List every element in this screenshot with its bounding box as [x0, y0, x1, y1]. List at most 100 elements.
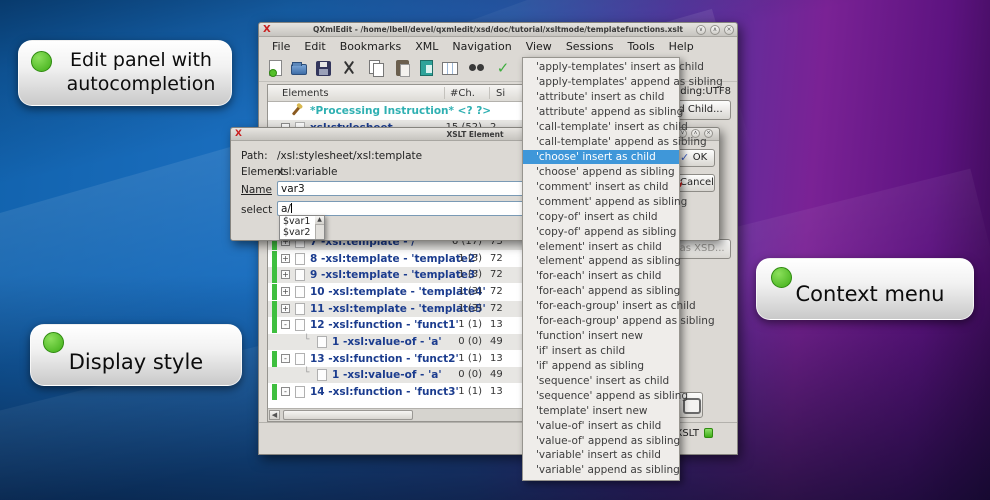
xslt-context-menu: 'apply-templates' insert as child 'apply… [522, 57, 680, 481]
menu-item[interactable]: 'sequence' append as sibling [523, 388, 679, 403]
row-child-count: 1 (3) [440, 269, 482, 280]
callout-text: Context menu [767, 281, 973, 307]
menu-item[interactable]: 'for-each-group' append as sibling [523, 314, 679, 329]
save-file-icon[interactable] [316, 61, 331, 76]
callout-display-style: Display style [30, 324, 242, 386]
element-page-icon [295, 253, 305, 265]
menu-tools[interactable]: Tools [621, 40, 662, 53]
name-label: Name [241, 184, 272, 196]
callout-text-line2: autocompletion [59, 73, 223, 97]
callout-edit-panel: Edit panel with autocompletion [18, 40, 232, 106]
expand-toggle-icon[interactable]: + [281, 304, 290, 313]
column-separator [444, 87, 445, 99]
maximize-icon[interactable]: ∧ [710, 25, 720, 35]
row-size: 49 [490, 336, 514, 347]
callout-context-menu: Context menu [756, 258, 974, 320]
menu-item[interactable]: 'function' insert new [523, 329, 679, 344]
menu-item[interactable]: 'for-each' append as sibling [523, 284, 679, 299]
menu-item[interactable]: 'template' insert new [523, 403, 679, 418]
scroll-left-icon[interactable]: ◀ [269, 410, 280, 420]
row-size: 13 [490, 319, 514, 330]
menu-item[interactable]: 'element' append as sibling [523, 254, 679, 269]
new-file-icon[interactable] [269, 60, 282, 76]
menu-item[interactable]: 'choose' append as sibling [523, 164, 679, 179]
menu-item[interactable]: 'for-each-group' insert as child [523, 299, 679, 314]
text-cursor [291, 203, 292, 213]
expand-toggle-icon[interactable]: - [281, 387, 290, 396]
column-size[interactable]: Si [496, 88, 505, 99]
window-title: QXmlEdit - /home/lbell/devel/qxmledit/xs… [259, 25, 737, 34]
menu-item[interactable]: 'attribute' append as sibling [523, 105, 679, 120]
menu-item[interactable]: 'call-template' insert as child [523, 120, 679, 135]
menu-item-highlighted[interactable]: 'choose' insert as child [523, 150, 679, 165]
callout-text-line1: Edit panel with [59, 49, 223, 73]
row-child-count: 1 (3) [440, 253, 482, 264]
menu-item[interactable]: 'variable' insert as child [523, 448, 679, 463]
row-child-count: 1 (1) [440, 353, 482, 364]
menu-xml[interactable]: XML [408, 40, 445, 53]
validate-check-icon[interactable]: ✓ [494, 59, 512, 77]
expand-toggle-icon[interactable]: - [281, 320, 290, 329]
ok-button[interactable]: OK [675, 149, 715, 167]
element-page-icon [295, 303, 305, 315]
row-size: 13 [490, 353, 514, 364]
path-label: Path: [241, 150, 268, 162]
menu-navigation[interactable]: Navigation [445, 40, 518, 53]
expand-toggle-icon[interactable]: - [281, 354, 290, 363]
menu-item[interactable]: 'attribute' insert as child [523, 90, 679, 105]
find-in-file-icon[interactable] [420, 60, 433, 76]
expand-toggle-icon[interactable]: + [281, 287, 290, 296]
copy-icon[interactable] [367, 59, 385, 77]
green-dot-icon [31, 51, 52, 72]
element-page-icon [295, 286, 305, 298]
menu-item[interactable]: 'copy-of' append as sibling [523, 224, 679, 239]
menu-edit[interactable]: Edit [297, 40, 332, 53]
window-titlebar[interactable]: X QXmlEdit - /home/lbell/devel/qxmledit/… [259, 23, 737, 37]
wand-icon [292, 105, 301, 115]
row-label: 13 -xsl:function - 'funct2' [310, 353, 459, 365]
menu-item[interactable]: 'for-each' insert as child [523, 269, 679, 284]
menu-item[interactable]: 'apply-templates' insert as child [523, 60, 679, 75]
menu-help[interactable]: Help [662, 40, 701, 53]
menu-view[interactable]: View [519, 40, 559, 53]
element-page-icon [295, 269, 305, 281]
menu-item[interactable]: 'value-of' append as sibling [523, 433, 679, 448]
row-label: *Processing Instruction* <? ?> [310, 105, 491, 117]
column-elements[interactable]: Elements [282, 88, 329, 99]
menu-item[interactable]: 'sequence' insert as child [523, 373, 679, 388]
menu-item[interactable]: 'if' append as sibling [523, 358, 679, 373]
menu-item[interactable]: 'comment' insert as child [523, 179, 679, 194]
binoculars-find-icon[interactable] [467, 59, 485, 77]
row-child-count: 1 (3) [440, 286, 482, 297]
scrollbar-thumb[interactable] [283, 410, 413, 420]
minimize-icon[interactable]: ∨ [696, 25, 706, 35]
menu-item[interactable]: 'apply-templates' append as sibling [523, 75, 679, 90]
row-label: 12 -xsl:function - 'funct1' [310, 319, 459, 331]
menu-item[interactable]: 'variable' append as sibling [523, 463, 679, 478]
scroll-up-icon[interactable]: ▲ [315, 216, 324, 225]
open-file-icon[interactable] [291, 64, 307, 75]
menu-sessions[interactable]: Sessions [559, 40, 621, 53]
display-style-bar [272, 301, 277, 317]
menu-file[interactable]: File [265, 40, 297, 53]
row-label: 1 -xsl:value-of - 'a' [332, 369, 442, 381]
menu-item[interactable]: 'comment' append as sibling [523, 194, 679, 209]
menu-item[interactable]: 'value-of' insert as child [523, 418, 679, 433]
menu-item[interactable]: 'copy-of' insert as child [523, 209, 679, 224]
autocomplete-popup: $var1 $var2 ▲ [279, 215, 325, 240]
view-columns-icon[interactable] [442, 62, 458, 75]
column-children[interactable]: #Ch. [450, 88, 475, 99]
row-size: 72 [490, 253, 514, 264]
display-style-bar [272, 384, 277, 400]
expand-toggle-icon[interactable]: + [281, 254, 290, 263]
menu-item[interactable]: 'element' insert as child [523, 239, 679, 254]
cut-icon[interactable] [340, 59, 358, 77]
menu-item[interactable]: 'call-template' append as sibling [523, 135, 679, 150]
close-icon[interactable]: × [724, 25, 734, 35]
display-style-bar [272, 251, 277, 267]
menu-bookmarks[interactable]: Bookmarks [333, 40, 408, 53]
expand-toggle-icon[interactable]: + [281, 270, 290, 279]
menu-item[interactable]: 'if' insert as child [523, 344, 679, 359]
display-style-bar [272, 317, 277, 333]
paste-icon[interactable] [396, 60, 409, 76]
